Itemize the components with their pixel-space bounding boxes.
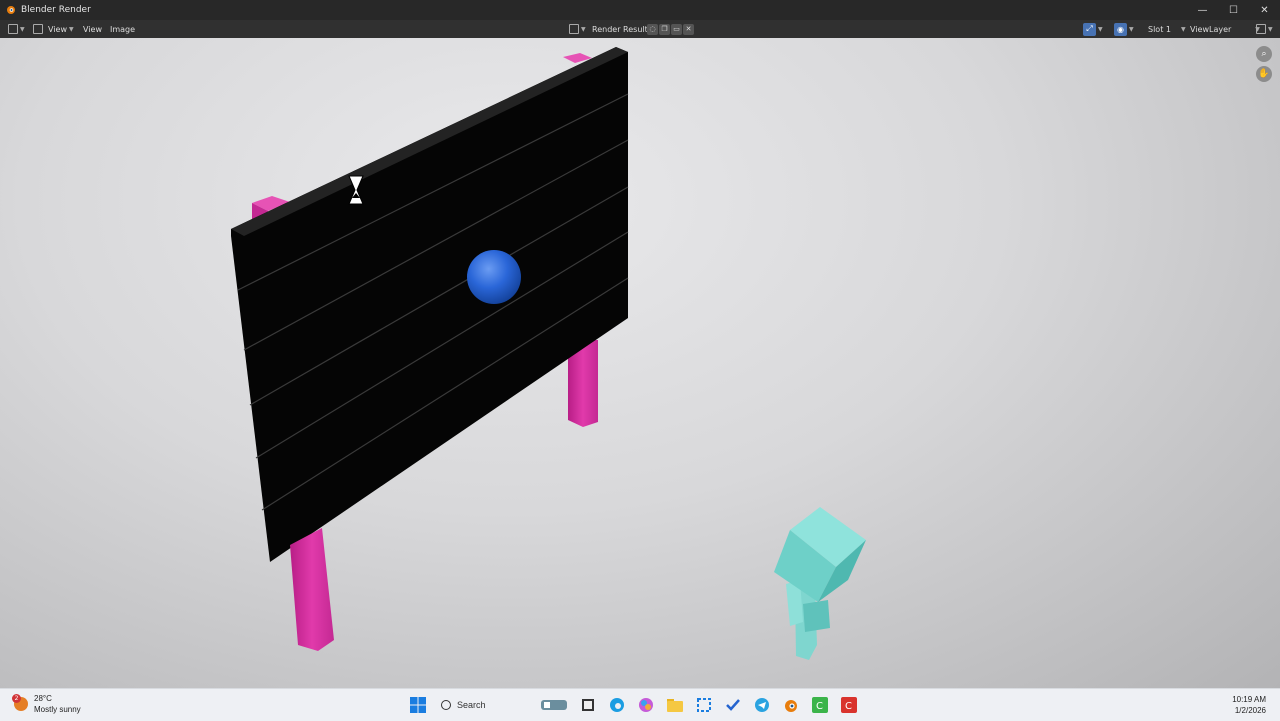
new-image-icon[interactable]: ❐ xyxy=(659,23,670,35)
pan-hand-icon[interactable]: ✋ xyxy=(1256,66,1272,82)
weather-condition: Mostly sunny xyxy=(34,705,81,714)
system-clock[interactable]: 10:19 AM 1/2/2026 xyxy=(1232,694,1266,716)
clock-time: 10:19 AM xyxy=(1232,695,1266,704)
overlay-icon: ◉ xyxy=(1114,22,1127,36)
maximize-button[interactable]: ☐ xyxy=(1218,0,1249,20)
snipping-tool-icon[interactable] xyxy=(694,695,714,715)
teal-robot xyxy=(774,507,866,660)
close-button[interactable]: ✕ xyxy=(1249,0,1280,20)
search-icon xyxy=(441,700,451,710)
render-image xyxy=(231,47,866,660)
weather-temperature: 28°C xyxy=(34,694,52,703)
taskbar-search[interactable]: Search xyxy=(437,695,529,715)
render-viewport[interactable]: ⌕ ✋ xyxy=(0,38,1280,688)
image-editor-header: ▼ View ▼ View Image ▼ Render Result ◌ ❐ … xyxy=(0,20,1280,38)
image-actions: ◌ ❐ ▭ ✕ xyxy=(647,20,695,38)
copilot-icon[interactable] xyxy=(636,695,656,715)
chevron-down-icon: ▼ xyxy=(581,25,586,33)
blender-icon[interactable] xyxy=(781,695,801,715)
chevron-down-icon: ▼ xyxy=(1268,25,1273,33)
unlink-icon[interactable]: ✕ xyxy=(683,23,694,35)
black-board xyxy=(231,47,629,562)
chevron-down-icon: ▼ xyxy=(1129,25,1134,33)
image-name-field[interactable]: Render Result xyxy=(592,20,648,38)
chevron-down-icon: ▼ xyxy=(1180,25,1186,33)
svg-text:C: C xyxy=(845,701,852,712)
todo-icon[interactable] xyxy=(723,695,743,715)
taskbar: 2 28°C Mostly sunny Search C C 10:19 AM … xyxy=(0,688,1280,721)
blue-sphere xyxy=(467,250,521,304)
file-manager-icon[interactable] xyxy=(539,695,569,715)
blender-app-icon xyxy=(7,6,15,14)
minimize-button[interactable]: — xyxy=(1187,0,1218,20)
edge-icon[interactable] xyxy=(607,695,627,715)
fake-user-icon[interactable]: ◌ xyxy=(647,23,658,35)
image-browse-icon xyxy=(569,24,579,34)
slot-label: Slot 1 xyxy=(1148,24,1171,34)
view-layer-label: ViewLayer xyxy=(1190,24,1232,34)
image-browse-button[interactable]: ▼ xyxy=(569,20,586,38)
chevron-down-icon: ▼ xyxy=(68,25,74,33)
view-mode-dropdown[interactable]: View ▼ xyxy=(33,20,74,38)
zoom-icon[interactable]: ⌕ xyxy=(1256,46,1272,62)
notification-badge: 2 xyxy=(12,694,21,703)
weather-icon: 2 xyxy=(12,694,28,711)
image-editor-icon xyxy=(8,24,18,34)
search-label: Search xyxy=(457,700,486,710)
chevron-down-icon: ▼ xyxy=(20,25,25,33)
gizmo-icon: ⤢ xyxy=(1083,22,1096,36)
explorer-icon[interactable] xyxy=(665,695,685,715)
svg-text:C: C xyxy=(816,701,823,712)
clock-date: 1/2/2026 xyxy=(1234,706,1266,715)
view-mode-icon xyxy=(33,24,43,34)
menu-view[interactable]: View xyxy=(83,20,102,38)
pass-icon xyxy=(1256,24,1266,34)
start-icon[interactable] xyxy=(408,695,428,715)
display-channels[interactable]: ◉ ▼ xyxy=(1114,20,1134,38)
menu-view-label: View xyxy=(48,24,67,34)
overlay-toggle[interactable]: ⤢ ▼ xyxy=(1083,20,1103,38)
pass-dropdown[interactable]: ▼ xyxy=(1256,20,1273,38)
window-title: Blender Render xyxy=(21,5,91,15)
telegram-icon[interactable] xyxy=(752,695,772,715)
task-view-icon[interactable] xyxy=(578,695,598,715)
editor-type-dropdown[interactable]: ▼ xyxy=(8,20,25,38)
slot-dropdown[interactable]: Slot 1 ▼ xyxy=(1148,20,1186,38)
view-layer-dropdown[interactable]: ViewLayer ▼ xyxy=(1190,20,1260,38)
window-title-bar: Blender Render — ☐ ✕ xyxy=(0,0,1280,20)
open-image-icon[interactable]: ▭ xyxy=(671,23,682,35)
chevron-down-icon: ▼ xyxy=(1098,25,1103,33)
camtasia-icon[interactable]: C xyxy=(810,695,830,715)
weather-widget[interactable]: 2 28°C Mostly sunny xyxy=(12,693,81,715)
front-left-post xyxy=(290,528,334,651)
camtasia-recorder-icon[interactable]: C xyxy=(839,695,859,715)
menu-image[interactable]: Image xyxy=(110,20,135,38)
